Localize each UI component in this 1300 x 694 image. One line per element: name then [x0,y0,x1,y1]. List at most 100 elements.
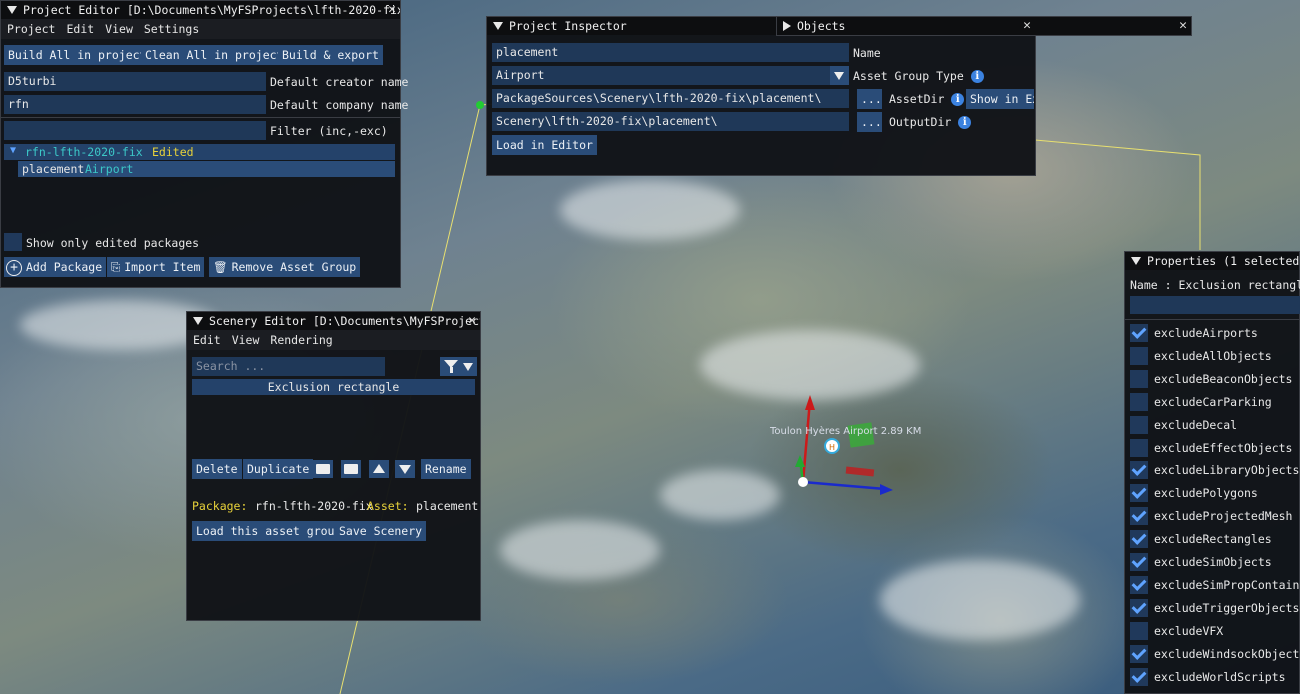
property-row[interactable]: excludeProjectedMesh [1125,505,1299,527]
property-row[interactable]: excludeCarParking [1125,391,1299,413]
folder-down-icon[interactable] [313,460,333,478]
property-checkbox[interactable] [1130,369,1148,388]
property-checkbox[interactable] [1130,484,1148,503]
collapse-icon[interactable] [493,22,503,30]
asset-tree-row[interactable]: placement Airport [18,161,395,177]
close-icon[interactable]: ✕ [1179,18,1187,33]
property-row[interactable]: excludeEffectObjects [1125,437,1299,459]
dropdown-arrow-icon[interactable] [830,66,849,85]
remove-asset-group-button[interactable]: 🗑 Remove Asset Group [209,257,361,277]
menu-edit[interactable]: Edit [193,333,221,347]
save-scenery-button[interactable]: Save Scenery [335,521,427,541]
load-asset-group-button[interactable]: Load this asset group [192,521,346,541]
property-checkbox[interactable] [1130,438,1148,457]
search-input[interactable]: Search ... [192,357,385,376]
property-row[interactable]: excludeWorldScripts [1125,666,1299,688]
rename-button[interactable]: Rename [421,459,471,479]
property-checkbox[interactable] [1130,346,1148,365]
delete-button[interactable]: Delete [192,459,242,479]
menu-project[interactable]: Project [7,22,55,36]
asset-value: placement [416,499,479,513]
property-row[interactable]: excludeRectangles [1125,528,1299,550]
property-row[interactable]: excludeDecal [1125,414,1299,436]
property-checkbox[interactable] [1130,575,1148,594]
project-editor-titlebar[interactable]: Project Editor [D:\Documents\MyFSProject… [1,1,400,19]
property-label: excludeVFX [1154,623,1224,638]
property-checkbox[interactable] [1130,324,1148,342]
company-name-input[interactable]: rfn [4,95,266,114]
collapse-icon[interactable] [193,317,203,325]
property-row[interactable]: excludePolygons [1125,482,1299,504]
property-row[interactable]: excludeAllObjects [1125,345,1299,367]
menu-edit[interactable]: Edit [66,22,94,36]
property-checkbox[interactable] [1130,644,1148,663]
filter-icon[interactable] [440,357,477,376]
menu-view[interactable]: View [232,333,260,347]
expand-icon[interactable] [783,21,791,31]
folder-up-icon[interactable] [341,460,361,478]
property-row[interactable]: excludeLibraryObjects [1125,459,1299,481]
property-row[interactable]: excludeTriggerObjects [1125,597,1299,619]
output-dir-browse-button[interactable]: ... [857,112,882,132]
filter-input[interactable] [4,121,266,140]
move-up-icon[interactable] [369,460,389,478]
tree-expand-icon[interactable]: ▼ [10,145,16,156]
asset-group-type-select[interactable]: Airport [492,66,830,85]
property-checkbox[interactable] [1130,598,1148,617]
property-label: excludeAirports [1154,326,1258,340]
import-item-button[interactable]: ⎘ Import Item [107,257,205,277]
asset-dir-browse-button[interactable]: ... [857,89,882,109]
property-checkbox[interactable] [1130,621,1148,640]
property-checkbox[interactable] [1130,553,1148,571]
info-icon[interactable]: i [951,93,965,106]
info-icon[interactable]: i [970,70,984,83]
name-input[interactable]: placement [492,43,849,62]
property-checkbox[interactable] [1130,415,1148,434]
scenery-editor-titlebar[interactable]: Scenery Editor [D:\Documents\MyFSProject… [187,312,480,330]
close-icon[interactable]: ✕ [1023,18,1031,33]
selected-name-line: Name : Exclusion rectangle [1130,278,1300,292]
properties-titlebar[interactable]: Properties (1 selected) [1125,252,1299,270]
name-input[interactable] [1130,296,1300,314]
show-edited-checkbox[interactable] [4,233,22,251]
close-icon[interactable]: ✕ [468,313,476,328]
property-row[interactable]: excludeWindsockObjects [1125,643,1300,665]
objects-titlebar[interactable]: Objects ✕ ✕ [777,17,1191,35]
property-checkbox[interactable] [1130,392,1148,411]
scene-object-item[interactable]: Exclusion rectangle [192,379,475,395]
property-checkbox[interactable] [1130,530,1148,549]
output-dir-input[interactable]: Scenery\lfth-2020-fix\placement\ [492,112,849,131]
property-row[interactable]: excludeBeaconObjects [1125,368,1299,390]
property-row[interactable]: excludeAirports [1125,322,1299,344]
load-in-editor-button[interactable]: Load in Editor [492,135,597,155]
duplicate-button[interactable]: Duplicate [243,459,314,479]
clean-all-button[interactable]: Clean All in project [141,45,288,65]
collapse-icon[interactable] [1131,257,1141,265]
show-in-explorer-button[interactable]: Show in Ex [966,89,1034,109]
menu-view[interactable]: View [105,22,133,36]
property-row[interactable]: excludeSimPropContainer [1125,574,1300,596]
menu-settings[interactable]: Settings [144,22,199,36]
property-row[interactable]: excludeSimObjects [1125,551,1299,573]
info-icon[interactable]: i [958,116,972,129]
package-tree-row[interactable]: ▼ rfn-lfth-2020-fix Edited [4,144,395,160]
trash-icon: 🗑 [213,260,228,274]
asset-dir-input[interactable]: PackageSources\Scenery\lfth-2020-fix\pla… [492,89,849,108]
property-label: excludeRectangles [1154,532,1272,547]
build-all-button[interactable]: Build All in project [4,45,151,65]
property-checkbox[interactable] [1130,507,1148,526]
build-export-button[interactable]: Build & export [278,45,383,65]
window-title: Project Editor [D:\Documents\MyFSProject… [23,3,400,17]
property-checkbox[interactable] [1130,461,1148,480]
collapse-icon[interactable] [7,6,17,14]
add-package-button[interactable]: + Add Package [4,257,107,277]
menu-bar: Edit View Rendering [187,330,480,350]
creator-name-input[interactable]: D5turbi [4,72,266,91]
move-down-icon[interactable] [395,460,415,478]
import-icon: ⎘ [111,260,121,274]
property-checkbox[interactable] [1130,667,1148,686]
property-row[interactable]: excludeVFX [1125,620,1299,642]
menu-rendering[interactable]: Rendering [270,333,332,347]
close-icon[interactable]: ✕ [388,2,396,17]
property-label: excludeAllObjects [1154,348,1272,363]
